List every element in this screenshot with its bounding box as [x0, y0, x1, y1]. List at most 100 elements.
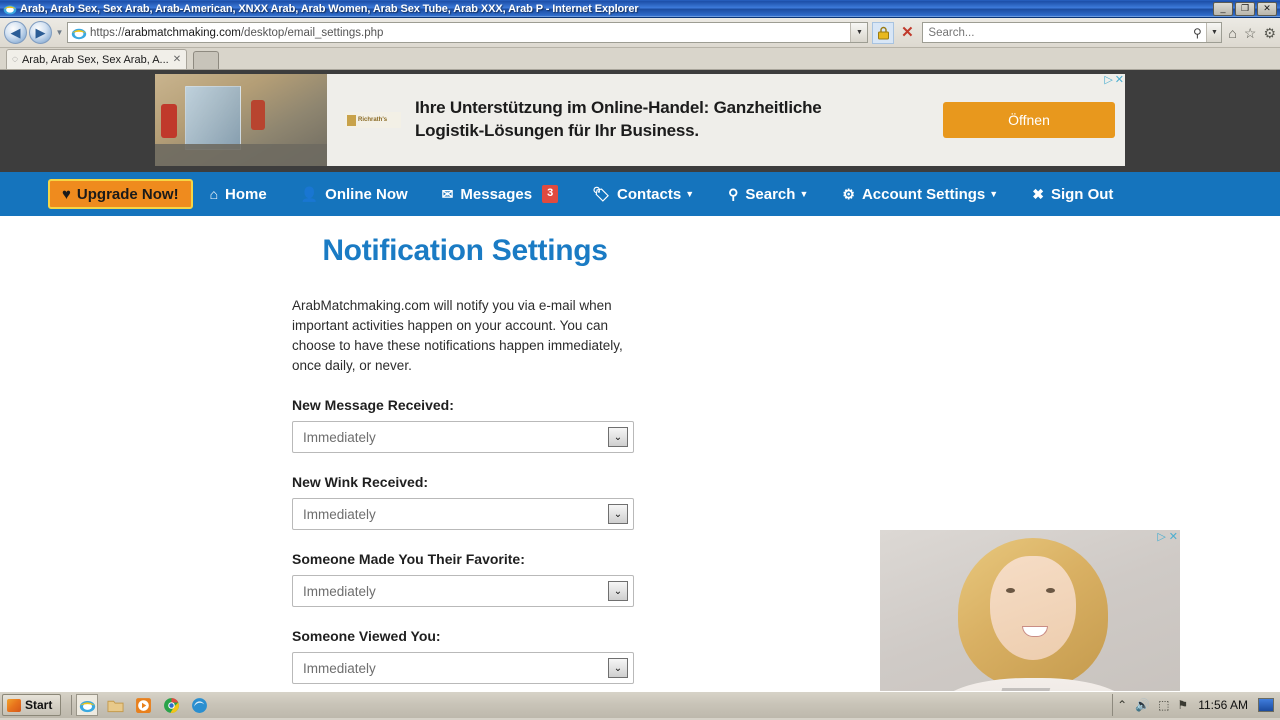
system-tray: ⌃ 🔊 ⬚ ⚑ 11:56 AM — [1112, 694, 1278, 716]
stop-button[interactable]: ✕ — [896, 22, 918, 44]
chevron-down-icon: ▼ — [989, 189, 999, 199]
select-value: Immediately — [303, 583, 376, 599]
window-controls: _ ❐ ✕ — [1213, 1, 1277, 16]
search-icon[interactable]: ⚲ — [1188, 26, 1206, 40]
ad-model-face — [990, 556, 1076, 660]
search-icon: ⚲ — [728, 186, 739, 202]
nav-item-online-now[interactable]: 👤 Online Now — [284, 172, 425, 216]
network-warning-icon[interactable]: ⬚ — [1158, 699, 1169, 711]
gear-icon[interactable]: ⚙ — [1263, 26, 1276, 40]
tag-icon: 🏷 — [592, 186, 611, 202]
action-flag-icon[interactable]: ⚑ — [1177, 699, 1188, 711]
chevron-down-icon: ▼ — [799, 189, 809, 199]
internet-explorer-icon — [3, 4, 17, 14]
taskbar-item-chrome[interactable] — [160, 694, 182, 716]
ad-model-shoulders — [936, 678, 1132, 691]
side-ad-controls: ▷ ✕ — [1157, 532, 1178, 543]
ad-close-icon[interactable]: ✕ — [1169, 532, 1178, 543]
home-icon[interactable]: ⌂ — [1228, 26, 1236, 40]
taskbar-clock[interactable]: 11:56 AM — [1196, 698, 1250, 712]
address-dropdown-icon[interactable]: ▼ — [850, 23, 868, 42]
new-tab-button[interactable] — [193, 51, 220, 69]
search-input[interactable] — [923, 25, 1189, 40]
browser-search-box[interactable]: ⚲ ▼ — [922, 22, 1223, 43]
taskbar-item-file-explorer[interactable] — [104, 694, 126, 716]
chevron-down-icon[interactable]: ⌄ — [608, 504, 628, 524]
ad-brand-label: Richrath's — [358, 117, 388, 123]
heart-icon: ♥ — [62, 185, 71, 203]
adchoices-icon[interactable]: ▷ — [1104, 75, 1112, 86]
select-new-message-received[interactable]: Immediately ⌄ — [292, 421, 634, 453]
nav-item-account-settings[interactable]: ⚙ Account Settings ▼ — [825, 172, 1015, 216]
nav-item-search[interactable]: ⚲ Search ▼ — [711, 172, 825, 216]
nav-item-contacts[interactable]: 🏷 Contacts ▼ — [575, 172, 711, 216]
close-x-icon: ✖ — [1032, 186, 1044, 202]
select-value: Immediately — [303, 660, 376, 676]
favorites-star-icon[interactable]: ☆ — [1244, 26, 1257, 40]
hidden-icons-icon[interactable]: ⌃ — [1117, 699, 1127, 711]
chevron-down-icon[interactable]: ⌄ — [608, 427, 628, 447]
taskbar-item-internet-explorer[interactable] — [76, 694, 99, 716]
close-button[interactable]: ✕ — [1257, 1, 1277, 16]
nav-label-search: Search — [745, 185, 796, 203]
ad-cta-button[interactable]: Öffnen — [943, 102, 1115, 138]
chevron-down-icon[interactable]: ⌄ — [608, 581, 628, 601]
windows-taskbar: Start ⌃ 🔊 ⬚ ⚑ 11:56 AM — [0, 691, 1280, 718]
upgrade-now-label: Upgrade Now! — [76, 185, 179, 203]
tab-title: Arab, Arab Sex, Sex Arab, A... — [21, 53, 169, 66]
ad-close-icon[interactable]: ✕ — [1115, 75, 1124, 86]
forward-button[interactable]: ▶ — [29, 21, 52, 44]
minimize-button[interactable]: _ — [1213, 1, 1233, 16]
upgrade-now-button[interactable]: ♥ Upgrade Now! — [48, 179, 193, 209]
tab-close-icon[interactable]: ✕ — [173, 54, 181, 65]
security-lock-icon[interactable] — [872, 21, 895, 44]
nav-label-contacts: Contacts — [617, 185, 682, 203]
windows-flag-icon — [7, 698, 21, 712]
stop-icon: ✕ — [901, 24, 914, 41]
select-new-wink-received[interactable]: Immediately ⌄ — [292, 498, 634, 530]
toolbar-right-icons: ⌂ ☆ ⚙ — [1228, 26, 1276, 40]
messages-count-badge: 3 — [542, 185, 559, 203]
nav-item-messages[interactable]: ✉ Messages 3 — [425, 172, 576, 216]
volume-icon[interactable]: 🔊 — [1135, 699, 1150, 711]
nav-item-home[interactable]: ⌂ Home — [193, 172, 284, 216]
url-path: /desktop/email_settings.php — [240, 26, 384, 39]
nav-item-sign-out[interactable]: ✖ Sign Out — [1015, 172, 1130, 216]
address-bar[interactable]: https://arabmatchmaking.com/desktop/emai… — [67, 22, 869, 43]
url-host: arabmatchmaking.com — [124, 26, 241, 39]
address-url-text: https://arabmatchmaking.com/desktop/emai… — [90, 27, 850, 39]
search-provider-dropdown-icon[interactable]: ▼ — [1206, 23, 1222, 42]
tab-bar: ◌ Arab, Arab Sex, Sex Arab, A... ✕ — [0, 48, 1280, 70]
top-ad-banner[interactable]: Richrath's Ihre Unterstützung im Online-… — [155, 74, 1125, 166]
side-ad-photo — [880, 530, 1180, 691]
chevron-down-icon[interactable]: ⌄ — [608, 658, 628, 678]
gear-icon: ⚙ — [842, 186, 855, 202]
window-title-bar: Arab, Arab Sex, Sex Arab, Arab-American,… — [0, 0, 1280, 18]
top-ad-strip: Richrath's Ihre Unterstützung im Online-… — [0, 70, 1280, 172]
select-value: Immediately — [303, 506, 376, 522]
select-made-you-favorite[interactable]: Immediately ⌄ — [292, 575, 634, 607]
page-viewport: Richrath's Ihre Unterstützung im Online-… — [0, 70, 1280, 691]
start-button[interactable]: Start — [2, 694, 62, 716]
nav-label-messages: Messages — [460, 185, 533, 203]
select-value: Immediately — [303, 429, 376, 445]
ad-model-eye-right — [1046, 588, 1055, 593]
browser-tab[interactable]: ◌ Arab, Arab Sex, Sex Arab, A... ✕ — [6, 49, 188, 69]
nav-label-account-settings: Account Settings — [861, 185, 986, 203]
field-label: Someone Made You Their Favorite: — [292, 551, 525, 567]
taskbar-item-edge[interactable] — [188, 694, 210, 716]
history-dropdown-icon[interactable]: ▼ — [53, 28, 66, 37]
adchoices-icon[interactable]: ▷ — [1157, 532, 1165, 543]
ad-body: Richrath's Ihre Unterstützung im Online-… — [327, 74, 1125, 166]
ad-brand-mark — [347, 114, 356, 126]
field-new-wink-received: New Wink Received: Immediately ⌄ — [292, 474, 638, 530]
select-someone-viewed-you[interactable]: Immediately ⌄ — [292, 652, 634, 684]
home-icon: ⌂ — [209, 186, 219, 202]
back-button[interactable]: ◀ — [4, 21, 27, 44]
show-desktop-button[interactable] — [1258, 698, 1274, 712]
taskbar-item-media-player[interactable] — [132, 694, 154, 716]
restore-button[interactable]: ❐ — [1235, 1, 1255, 16]
side-ad-banner[interactable]: ▷ ✕ — [880, 530, 1180, 691]
field-label: Someone Viewed You: — [292, 628, 441, 644]
taskbar-items — [76, 694, 1112, 716]
